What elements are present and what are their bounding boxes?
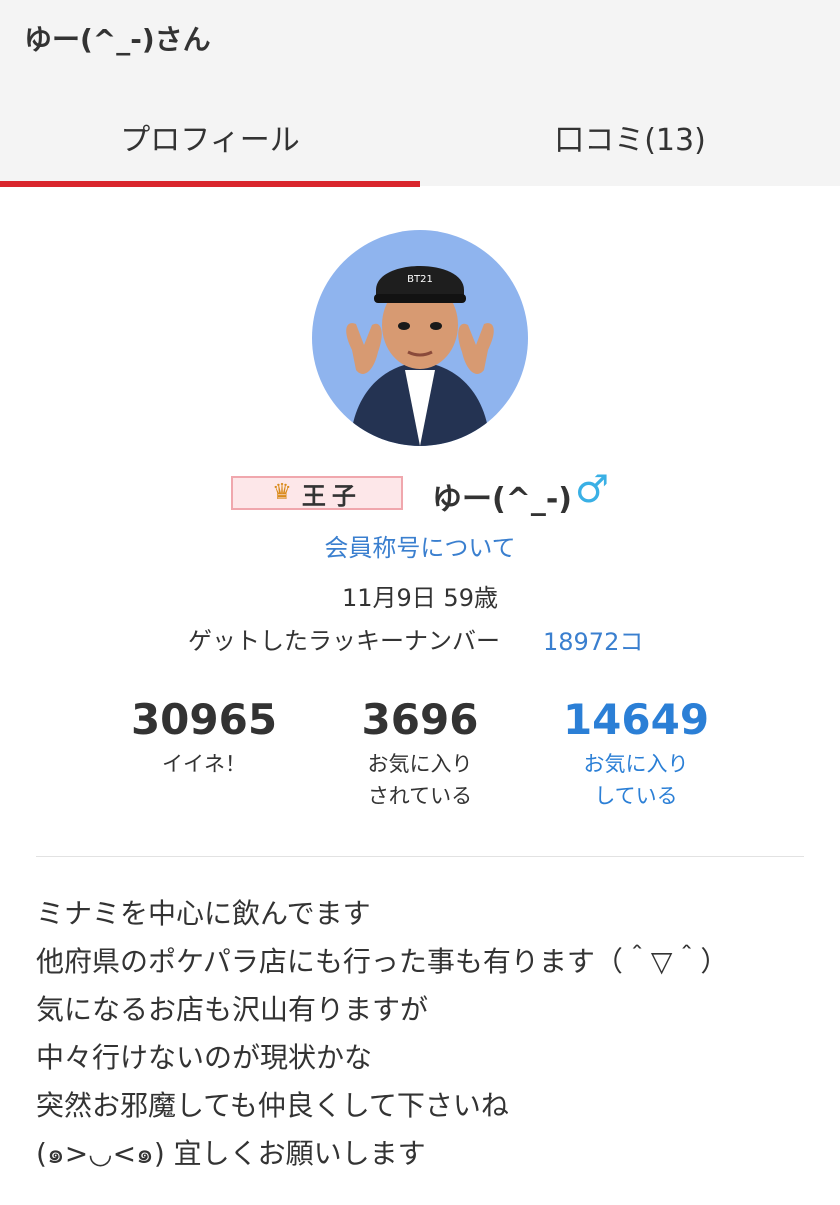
crown-icon: ♛ — [272, 480, 292, 505]
active-tab-indicator — [0, 181, 420, 187]
stat-likes: 30965 イイネ！ — [104, 692, 304, 780]
avatar: BT21 — [312, 230, 528, 446]
profile-bio: ミナミを中心に飲んでます 他府県のポケパラ店にも行った事も有ります（＾▽＾） 気… — [36, 890, 826, 1178]
rank-badge: ♛ 王子 — [231, 476, 403, 510]
stat-following-label-1[interactable]: お気に入り — [536, 748, 736, 780]
bio-line: (๑>◡<๑) 宜しくお願いします — [36, 1137, 426, 1170]
bio-line: 中々行けないのが現状かな — [36, 1041, 373, 1074]
stat-following-label-2[interactable]: している — [536, 780, 736, 812]
stat-favorited-label-1: お気に入り — [367, 752, 473, 776]
stat-following[interactable]: 14649 お気に入り している — [536, 692, 736, 812]
bio-line: 突然お邪魔しても仲良くして下さいね — [36, 1089, 509, 1122]
stat-likes-label: イイネ！ — [162, 752, 246, 776]
male-icon: ♂ — [575, 467, 610, 511]
avatar-image: BT21 — [312, 230, 528, 446]
rank-badge-label: 王子 — [301, 481, 362, 510]
birthday-age: 11月9日 59歳 — [342, 584, 498, 612]
bio-line: ミナミを中心に飲んでます — [36, 897, 371, 930]
section-divider — [36, 856, 804, 857]
lucky-number-value[interactable]: 18972コ — [543, 622, 643, 657]
svg-text:BT21: BT21 — [407, 274, 433, 285]
member-title-link[interactable]: 会員称号について — [0, 528, 840, 563]
tab-profile[interactable]: プロフィール — [0, 88, 420, 186]
stat-favorited-label-2: されている — [367, 784, 473, 808]
lucky-number-label: ゲットしたラッキーナンバー — [188, 627, 500, 655]
page-header: ゆー(^_-)さん プロフィール 口コミ(13) — [0, 0, 840, 187]
stat-following-count[interactable]: 14649 — [536, 692, 736, 748]
bio-line: 気になるお店も沢山有りますが — [36, 993, 429, 1026]
stat-favorited: 3696 お気に入り されている — [320, 692, 520, 812]
stat-favorited-count: 3696 — [361, 695, 479, 744]
page-title: ゆー(^_-)さん — [24, 23, 211, 56]
bio-line: 他府県のポケパラ店にも行った事も有ります（＾▽＾） — [36, 945, 729, 978]
profile-nickname: ゆー(^_-) — [432, 482, 573, 517]
stat-likes-count: 30965 — [130, 695, 278, 744]
tab-reviews[interactable]: 口コミ(13) — [420, 88, 840, 186]
